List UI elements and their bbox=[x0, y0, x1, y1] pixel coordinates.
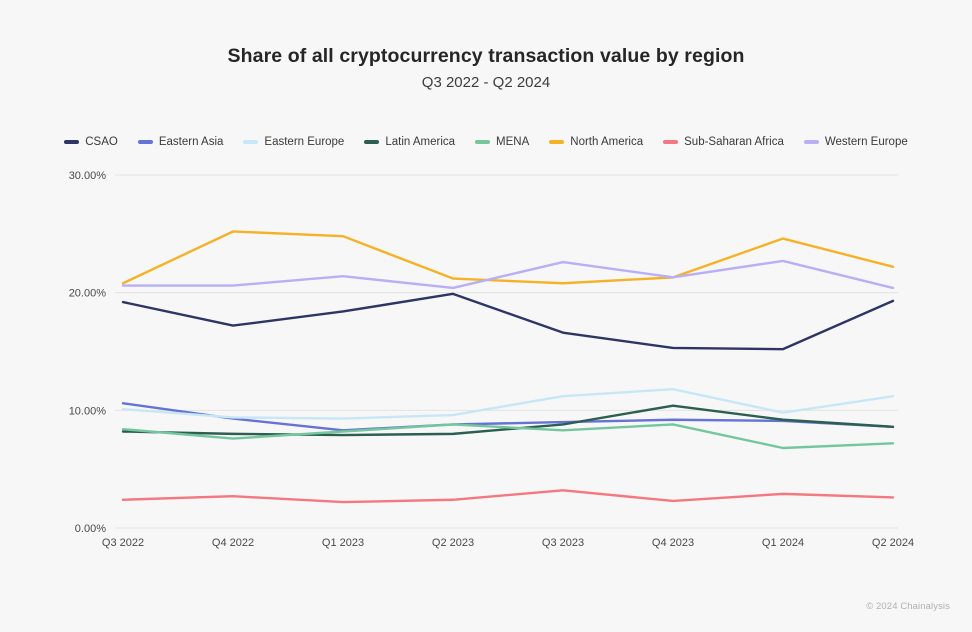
x-axis-tick-label: Q1 2024 bbox=[762, 537, 804, 549]
series-line-sub-saharan-africa[interactable] bbox=[121, 489, 895, 504]
y-axis-labels: 0.00% 10.00% 20.00% 30.00% bbox=[69, 170, 107, 535]
series-line-mena[interactable] bbox=[121, 423, 895, 450]
x-axis-tick-label: Q2 2023 bbox=[432, 537, 474, 549]
x-axis-tick-label: Q4 2023 bbox=[652, 537, 694, 549]
series-lines-group bbox=[121, 230, 895, 504]
x-axis-tick-label: Q2 2024 bbox=[872, 537, 914, 549]
x-axis-tick-label: Q1 2023 bbox=[322, 537, 364, 549]
series-line-western-europe[interactable] bbox=[121, 259, 895, 290]
x-axis-tick-label: Q3 2023 bbox=[542, 537, 584, 549]
gridlines-group bbox=[115, 174, 898, 529]
y-axis-tick-label: 30.00% bbox=[69, 170, 107, 182]
chart-svg: 0.00% 10.00% 20.00% 30.00% Q3 2022 Q4 2022 Q1… bbox=[69, 170, 914, 549]
plot-area: 0.00% 10.00% 20.00% 30.00% Q3 2022 Q4 2022 Q1… bbox=[0, 0, 972, 632]
y-axis-tick-label: 0.00% bbox=[75, 523, 106, 535]
footer-credit: © 2024 Chainalysis bbox=[866, 601, 950, 612]
y-axis-tick-label: 20.00% bbox=[69, 288, 107, 300]
x-axis-tick-label: Q3 2022 bbox=[102, 537, 144, 549]
x-axis-labels: Q3 2022 Q4 2022 Q1 2023 Q2 2023 Q3 2023 Q4 20… bbox=[102, 537, 914, 549]
x-axis-tick-label: Q4 2022 bbox=[212, 537, 254, 549]
series-line-csao[interactable] bbox=[121, 292, 895, 351]
series-line-eastern-europe[interactable] bbox=[121, 387, 895, 420]
y-axis-tick-label: 10.00% bbox=[69, 405, 107, 417]
chart-card: Share of all cryptocurrency transaction … bbox=[0, 0, 972, 632]
